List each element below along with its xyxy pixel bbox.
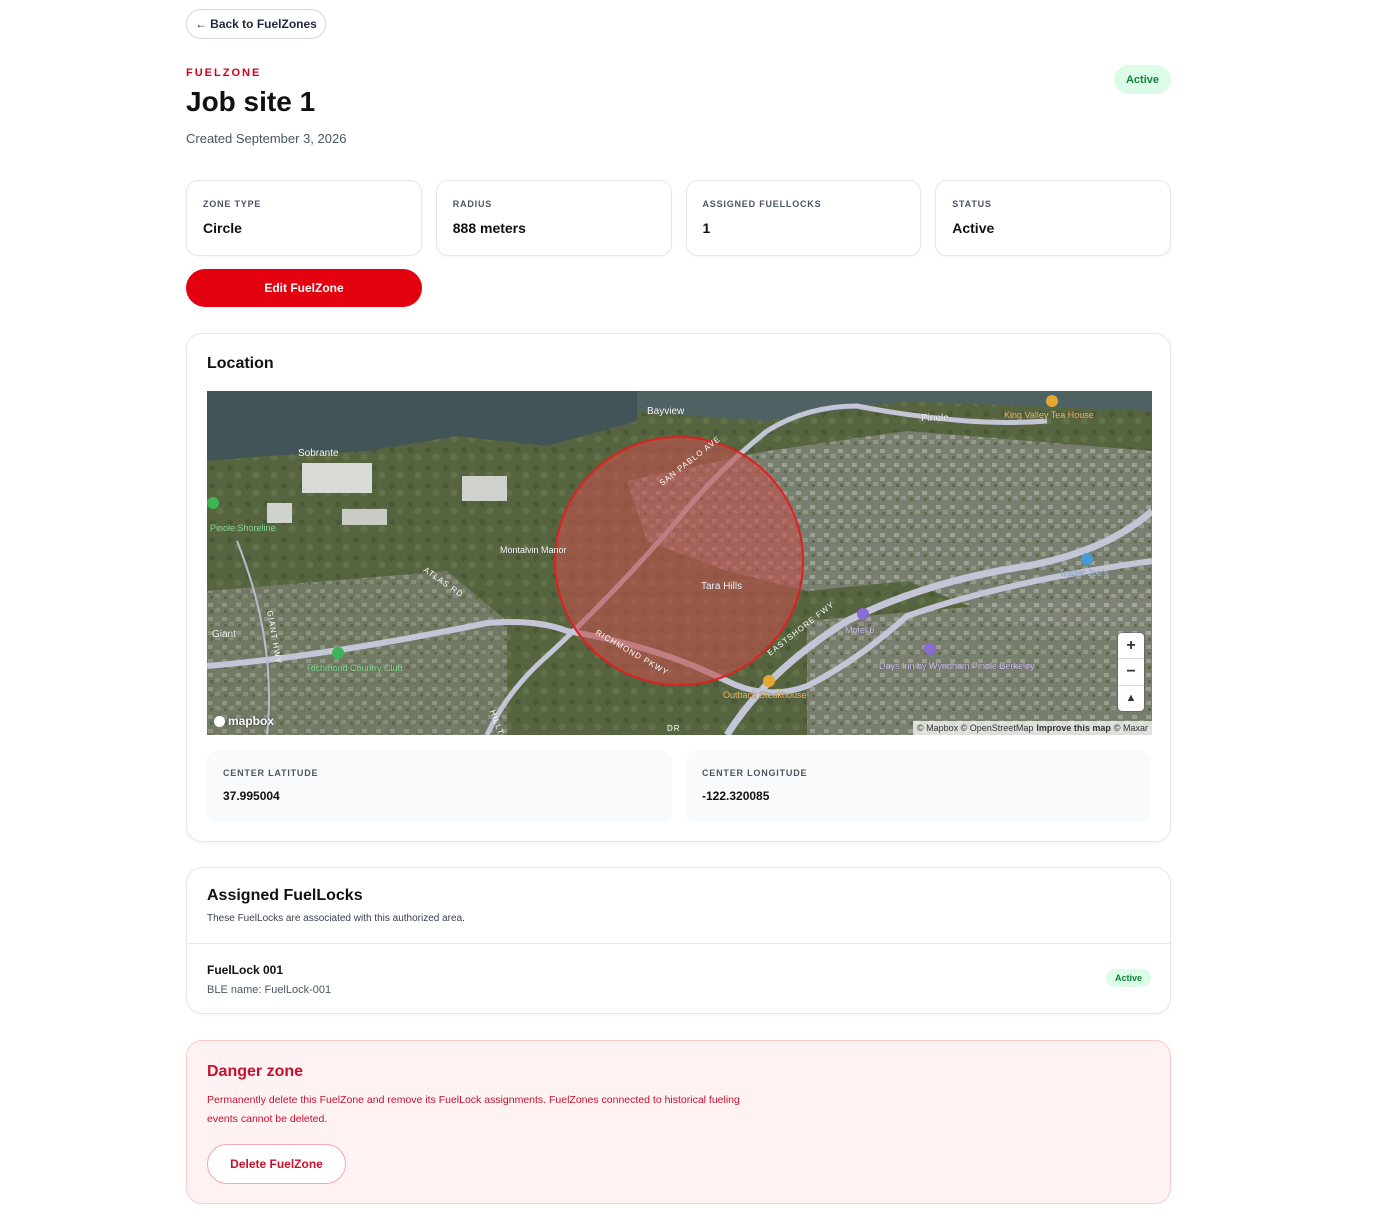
map-label: Montalvin Manor	[500, 545, 567, 555]
stat-value: 888 meters	[452, 220, 526, 236]
arrow-left-icon: ←	[195, 17, 208, 31]
shopping-cart-icon	[1081, 553, 1093, 565]
map-label: Giant	[212, 629, 236, 640]
map-label: Motel 6	[845, 625, 875, 635]
center-longitude-value: -122.320085	[702, 789, 770, 803]
map-building	[462, 476, 507, 501]
center-longitude-label: CENTER LONGITUDE	[702, 768, 808, 778]
location-title: Location	[207, 355, 274, 372]
stat-card-radius: RADIUS 888 meters	[435, 180, 672, 256]
stat-card-assigned-fuellocks: ASSIGNED FUELLOCKS 1	[685, 180, 922, 256]
mapbox-logo[interactable]: mapbox	[214, 714, 274, 728]
divider	[187, 943, 1170, 944]
map-building	[267, 503, 292, 523]
mapbox-logo-icon	[214, 715, 225, 727]
stat-value: Circle	[203, 220, 242, 236]
delete-fuelzone-button[interactable]: Delete FuelZone	[207, 1144, 346, 1184]
danger-zone-title: Danger zone	[207, 1063, 304, 1080]
danger-zone-description: Permanently delete this FuelZone and rem…	[207, 1094, 740, 1125]
map-zoom-controls: + − ▲	[1118, 633, 1144, 711]
map-label: Outback Steakhouse	[723, 690, 807, 700]
stat-card-zone-type: ZONE TYPE Circle	[186, 180, 422, 256]
center-longitude-box: CENTER LONGITUDE -122.320085	[686, 751, 1151, 823]
map-label: Sobrante	[298, 448, 339, 459]
stat-value: Active	[952, 220, 995, 236]
location-card: Location Bayview Pinole King Valley Tea …	[186, 333, 1171, 842]
restaurant-icon	[763, 675, 775, 687]
park-icon	[207, 497, 219, 509]
created-date: Created September 3, 2026	[186, 131, 347, 146]
zoom-out-button[interactable]: −	[1118, 659, 1144, 686]
lodging-icon	[857, 608, 869, 620]
map-label: Days Inn by Wyndham Pinole Berkeley	[879, 661, 1035, 671]
assigned-fuellocks-card: Assigned FuelLocks These FuelLocks are a…	[186, 867, 1171, 1014]
map-label: Richmond Country Club	[307, 663, 403, 673]
mapbox-logo-text: mapbox	[228, 714, 275, 728]
back-to-fuelzones-button[interactable]: ← Back to FuelZones	[186, 9, 326, 39]
map-label: Pinole	[921, 413, 949, 424]
map-road-label: DR	[667, 724, 681, 733]
assigned-fuellocks-title: Assigned FuelLocks	[207, 887, 363, 904]
status-badge: Active	[1113, 65, 1171, 94]
fuellock-name: FuelLock 001	[207, 963, 284, 977]
stat-label: ZONE TYPE	[203, 199, 262, 209]
assigned-fuellocks-subtitle: These FuelLocks are associated with this…	[207, 913, 465, 924]
zoom-in-button[interactable]: +	[1118, 633, 1144, 660]
map-canvas: Bayview Pinole King Valley Tea House Sob…	[207, 391, 1152, 735]
danger-zone-card: Danger zone Permanently delete this Fuel…	[186, 1040, 1171, 1204]
map-label: Bayview	[647, 406, 685, 417]
map-attribution: © Mapbox © OpenStreetMap Improve this ma…	[912, 721, 1152, 735]
center-latitude-label: CENTER LATITUDE	[223, 768, 319, 778]
map-label: Pinole Shoreline	[210, 523, 276, 533]
lodging-icon	[924, 643, 936, 655]
attribution-mapbox-link[interactable]: © Mapbox	[917, 723, 958, 733]
restaurant-icon	[1046, 395, 1058, 407]
stat-label: STATUS	[952, 199, 992, 209]
attribution-maxar-link[interactable]: © Maxar	[1114, 723, 1148, 733]
map-building	[342, 509, 387, 525]
stat-value: 1	[702, 220, 711, 236]
page-eyebrow: FUELZONE	[186, 67, 262, 79]
map-label: Tara Hills	[701, 581, 742, 592]
stat-card-status: STATUS Active	[935, 180, 1171, 256]
attribution-osm-link[interactable]: © OpenStreetMap	[961, 723, 1034, 733]
stat-label: RADIUS	[452, 199, 493, 209]
center-latitude-box: CENTER LATITUDE 37.995004	[207, 751, 672, 823]
edit-fuelzone-button[interactable]: Edit FuelZone	[186, 269, 422, 307]
fuellock-ble-name: BLE name: FuelLock-001	[207, 984, 332, 996]
golf-icon	[332, 647, 344, 659]
stat-label: ASSIGNED FUELLOCKS	[702, 199, 822, 209]
improve-map-link[interactable]: Improve this map	[1036, 723, 1111, 733]
map-label: King Valley Tea House	[1004, 410, 1094, 420]
map-label: Trader Joe's	[1059, 568, 1109, 578]
map-building	[302, 463, 372, 493]
compass-reset-button[interactable]: ▲	[1118, 686, 1144, 711]
back-button-label: Back to FuelZones	[210, 17, 317, 31]
zone-map[interactable]: Bayview Pinole King Valley Tea House Sob…	[207, 391, 1152, 735]
stats-row: ZONE TYPE Circle RADIUS 888 meters ASSIG…	[186, 180, 1171, 256]
center-latitude-value: 37.995004	[223, 789, 280, 803]
page-title: Job site 1	[186, 86, 316, 117]
fuellock-status-badge: Active	[1105, 969, 1151, 987]
